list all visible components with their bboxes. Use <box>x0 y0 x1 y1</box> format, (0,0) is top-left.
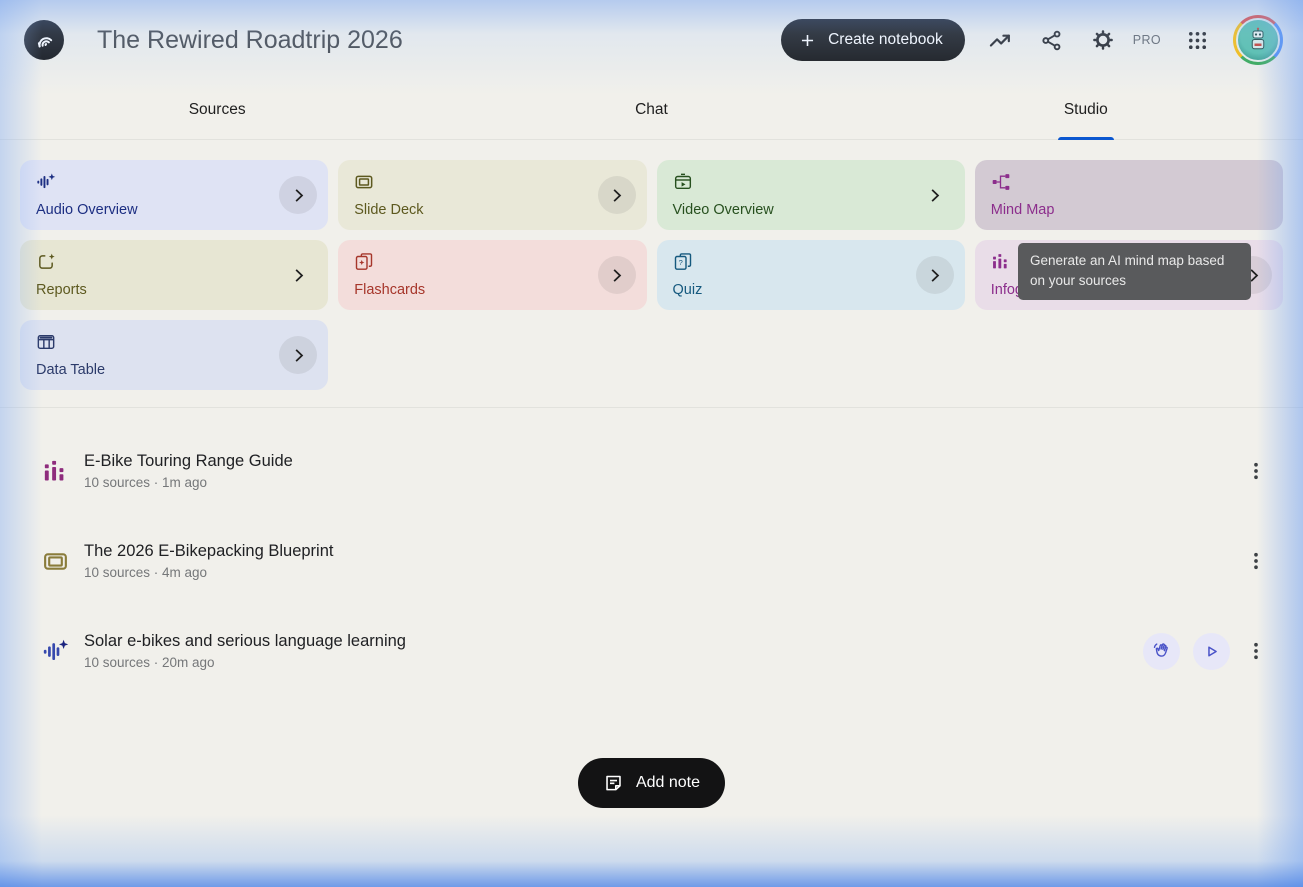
chevron-right-icon[interactable] <box>279 176 317 214</box>
pro-badge: PRO <box>1133 33 1161 47</box>
slide-deck-icon <box>354 172 374 192</box>
analytics-trending-icon[interactable] <box>986 25 1016 55</box>
artifact-row[interactable]: The 2026 E-Bikepacking Blueprint 10 sour… <box>0 516 1303 606</box>
card-label: Data Table <box>36 362 105 378</box>
studio-tools-panel: Audio Overview Slide Deck <box>0 140 1303 408</box>
artifact-actions <box>1243 548 1269 574</box>
infographic-icon <box>991 252 1010 271</box>
reports-icon <box>36 252 56 272</box>
studio-card-audio-overview[interactable]: Audio Overview <box>20 160 328 230</box>
add-note-container: Add note <box>0 758 1303 808</box>
card-label: Audio Overview <box>36 202 138 218</box>
slide-deck-icon <box>40 548 70 575</box>
studio-card-mind-map[interactable]: Mind Map <box>975 160 1283 230</box>
notebooklm-app: The Rewired Roadtrip 2026 Create noteboo… <box>0 0 1303 887</box>
card-label: Slide Deck <box>354 202 423 218</box>
tab-chat[interactable]: Chat <box>434 80 868 139</box>
audio-waveform-sparkle-icon <box>40 638 70 665</box>
artifact-title: E-Bike Touring Range Guide <box>84 452 293 471</box>
studio-card-quiz[interactable]: ? Quiz <box>657 240 965 310</box>
share-icon[interactable] <box>1037 25 1067 55</box>
studio-card-reports[interactable]: Reports <box>20 240 328 310</box>
chevron-right-icon[interactable] <box>279 256 317 294</box>
artifact-text: Solar e-bikes and serious language learn… <box>84 632 406 670</box>
tab-label: Studio <box>1064 101 1108 119</box>
play-button[interactable] <box>1193 633 1230 670</box>
artifact-actions <box>1143 633 1269 670</box>
more-options-icon[interactable] <box>1243 458 1269 484</box>
quiz-icon: ? <box>673 252 693 272</box>
user-avatar[interactable] <box>1233 15 1283 65</box>
create-notebook-button[interactable]: Create notebook <box>781 19 965 61</box>
artifact-meta: 10 sources · 20m ago <box>84 655 406 670</box>
more-options-icon[interactable] <box>1243 548 1269 574</box>
studio-card-slide-deck[interactable]: Slide Deck <box>338 160 646 230</box>
panel-tabs: Sources Chat Studio <box>0 80 1303 140</box>
flashcards-icon <box>354 252 374 272</box>
chevron-right-icon[interactable] <box>916 176 954 214</box>
chevron-right-icon[interactable] <box>598 176 636 214</box>
artifact-actions <box>1243 458 1269 484</box>
create-notebook-label: Create notebook <box>828 31 943 49</box>
video-overview-icon <box>673 172 693 192</box>
settings-gear-icon[interactable] <box>1088 25 1118 55</box>
mind-map-icon <box>991 172 1011 192</box>
chevron-right-icon[interactable] <box>598 256 636 294</box>
tab-label: Chat <box>635 101 668 119</box>
studio-card-flashcards[interactable]: Flashcards <box>338 240 646 310</box>
artifact-meta: 10 sources · 1m ago <box>84 475 293 490</box>
tab-studio[interactable]: Studio <box>869 80 1303 139</box>
google-apps-grid-icon[interactable] <box>1182 25 1212 55</box>
app-header: The Rewired Roadtrip 2026 Create noteboo… <box>0 0 1303 80</box>
artifact-title: Solar e-bikes and serious language learn… <box>84 632 406 651</box>
add-note-button[interactable]: Add note <box>578 758 725 808</box>
note-icon <box>603 773 624 794</box>
artifact-text: E-Bike Touring Range Guide 10 sources · … <box>84 452 293 490</box>
data-table-icon <box>36 332 56 352</box>
tab-sources[interactable]: Sources <box>0 80 434 139</box>
avatar-robot-image <box>1236 18 1280 62</box>
artifact-text: The 2026 E-Bikepacking Blueprint 10 sour… <box>84 542 333 580</box>
card-label: Flashcards <box>354 282 425 298</box>
studio-card-video-overview[interactable]: Video Overview <box>657 160 965 230</box>
mind-map-tooltip: Generate an AI mind map based on your so… <box>1018 243 1251 300</box>
card-label: Reports <box>36 282 87 298</box>
artifact-row[interactable]: E-Bike Touring Range Guide 10 sources · … <box>0 426 1303 516</box>
chevron-right-icon[interactable] <box>916 256 954 294</box>
card-label: Quiz <box>673 282 703 298</box>
card-label: Mind Map <box>991 202 1055 218</box>
more-options-icon[interactable] <box>1243 638 1269 664</box>
header-actions: Create notebook <box>781 15 1283 65</box>
audio-waveform-sparkle-icon <box>36 172 56 192</box>
notebook-title[interactable]: The Rewired Roadtrip 2026 <box>97 26 403 55</box>
notebooklm-logo[interactable] <box>24 20 64 60</box>
plus-icon <box>798 31 817 50</box>
infographic-bars-icon <box>40 458 70 484</box>
interactive-mode-hand-button[interactable] <box>1143 633 1180 670</box>
artifact-row[interactable]: Solar e-bikes and serious language learn… <box>0 606 1303 696</box>
studio-card-data-table[interactable]: Data Table <box>20 320 328 390</box>
artifact-title: The 2026 E-Bikepacking Blueprint <box>84 542 333 561</box>
artifact-meta: 10 sources · 4m ago <box>84 565 333 580</box>
card-label: Video Overview <box>673 202 774 218</box>
studio-artifact-list: E-Bike Touring Range Guide 10 sources · … <box>0 408 1303 696</box>
tab-label: Sources <box>189 101 246 119</box>
svg-text:?: ? <box>678 258 682 267</box>
chevron-right-icon[interactable] <box>279 336 317 374</box>
add-note-label: Add note <box>636 774 700 792</box>
